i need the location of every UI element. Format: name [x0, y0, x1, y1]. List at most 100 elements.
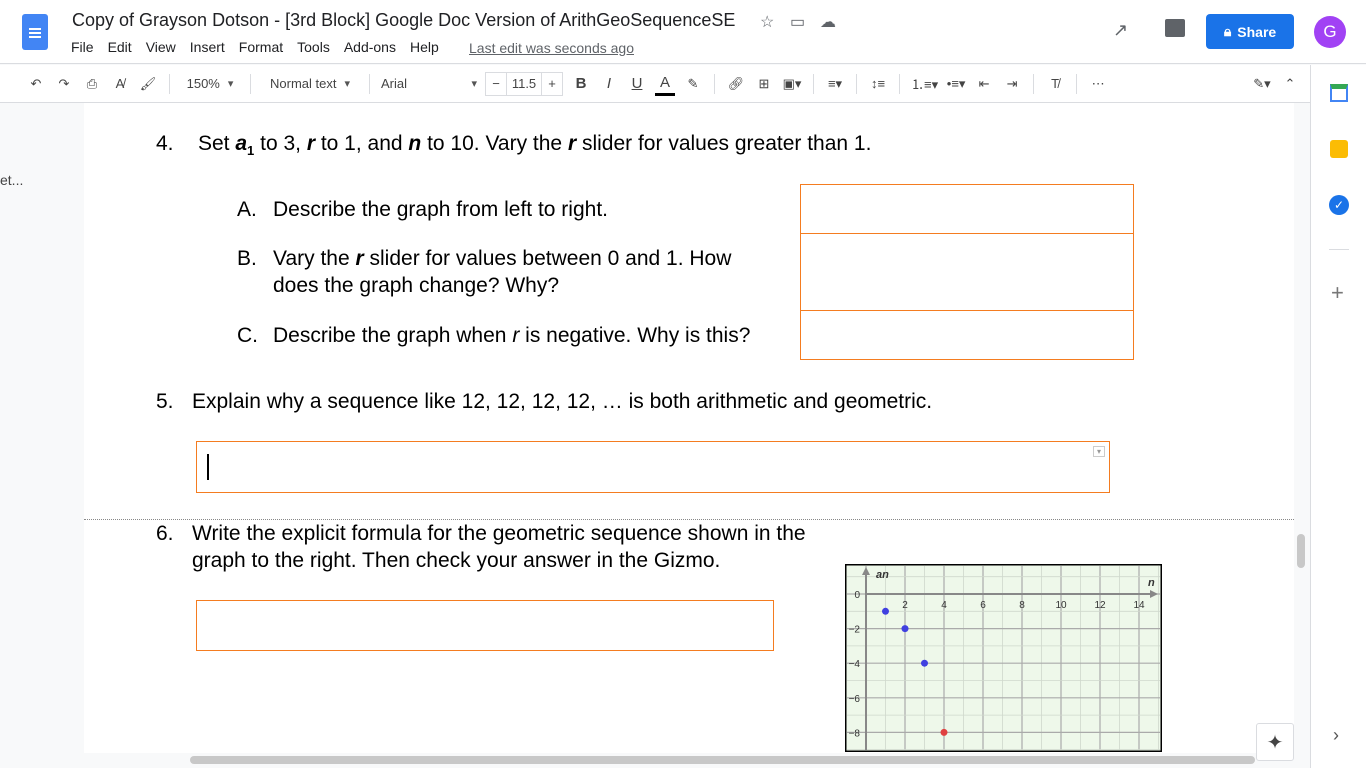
collapse-icon[interactable]: ⌃	[1280, 72, 1300, 96]
data-point	[882, 607, 889, 615]
zoom-select[interactable]: 150%	[181, 72, 239, 96]
outline-stub: et...	[0, 172, 24, 188]
last-edit-link[interactable]: Last edit was seconds ago	[469, 40, 634, 56]
divider	[169, 73, 170, 94]
graph-background	[845, 564, 1162, 752]
question-4c-label: C.	[237, 324, 258, 347]
x-tick-label: 4	[941, 600, 947, 611]
lock-icon: 🔒︎	[1223, 23, 1232, 39]
divider	[813, 73, 814, 94]
style-select[interactable]: Normal text	[262, 72, 358, 96]
keep-icon[interactable]	[1330, 140, 1348, 158]
decrease-indent-icon[interactable]: ⇤	[974, 72, 994, 96]
answer-box-6[interactable]	[196, 600, 774, 651]
explore-button[interactable]: ✦	[1256, 723, 1294, 761]
comments-icon[interactable]	[1165, 19, 1185, 37]
add-comment-icon[interactable]: ⊞	[754, 72, 774, 96]
expand-panel-icon[interactable]: ›	[1333, 725, 1339, 746]
vertical-scrollbar[interactable]	[1297, 534, 1305, 568]
editing-mode-icon[interactable]: ✎▾	[1252, 72, 1272, 96]
table-dropdown-icon[interactable]: ▾	[1093, 446, 1105, 457]
y-axis-label: an	[876, 569, 889, 581]
answer-box-4b[interactable]	[800, 233, 1134, 311]
x-tick-label: 2	[902, 600, 908, 611]
y-tick-label: −6	[849, 694, 861, 705]
answer-box-5[interactable]: ▾	[196, 441, 1110, 493]
share-label: Share	[1237, 23, 1277, 40]
bold-button[interactable]: B	[571, 72, 591, 96]
menu-format[interactable]: Format	[239, 39, 283, 55]
menu-edit[interactable]: Edit	[108, 39, 132, 55]
link-icon[interactable]: 🔗︎	[726, 72, 746, 96]
toolbar: ↶ ↷ ⎙ A̸ 🖌︎ 150% Normal text Arial − 11.…	[0, 65, 1310, 103]
question-6-number: 6.	[156, 522, 174, 545]
data-point	[901, 625, 909, 633]
menu-tools[interactable]: Tools	[297, 39, 330, 55]
avatar[interactable]: G	[1314, 16, 1346, 48]
tasks-icon[interactable]: ✓	[1329, 195, 1349, 215]
insert-image-icon[interactable]: ▣▾	[782, 72, 802, 96]
menu-bar: File Edit View Insert Format Tools Add-o…	[71, 39, 439, 55]
question-4-number: 4.	[156, 132, 174, 155]
redo-icon[interactable]: ↷	[54, 72, 74, 96]
italic-button[interactable]: I	[599, 72, 619, 96]
answer-box-4c[interactable]	[800, 310, 1134, 360]
line-spacing-icon[interactable]: ↕≡	[868, 72, 888, 96]
sequence-graph: 2 4 6 8 10 12 14 0 −2 −4 −6 −8 n an	[845, 564, 1162, 752]
clear-formatting-icon[interactable]: T̸	[1045, 72, 1065, 96]
font-select[interactable]: Arial	[381, 72, 477, 96]
menu-insert[interactable]: Insert	[190, 39, 225, 55]
spellcheck-icon[interactable]: A̸	[110, 72, 130, 96]
activity-trend-icon[interactable]: ↗	[1113, 20, 1128, 41]
y-tick-label: −2	[849, 625, 861, 636]
decrease-font-size-button[interactable]: −	[486, 72, 506, 96]
divider	[1076, 73, 1078, 94]
highlight-icon[interactable]: ✎	[683, 72, 703, 96]
star-icon[interactable]: ☆	[760, 12, 774, 32]
horizontal-scrollbar[interactable]	[190, 756, 1255, 764]
text-color-button[interactable]: A	[655, 72, 675, 96]
explore-icon: ✦	[1266, 731, 1284, 754]
numbered-list-icon[interactable]: ⒈≡▾	[911, 72, 938, 96]
question-4-text: Set a1 to 3, r to 1, and n to 10. Vary t…	[198, 132, 872, 159]
divider	[250, 73, 251, 94]
menu-file[interactable]: File	[71, 39, 94, 55]
question-5-text: Explain why a sequence like 12, 12, 12, …	[192, 390, 933, 413]
calendar-icon[interactable]	[1330, 84, 1348, 102]
divider	[1329, 249, 1349, 250]
font-size-input[interactable]: 11.5	[506, 71, 542, 96]
docs-logo-icon[interactable]	[22, 14, 48, 50]
y-tick-label: −8	[849, 728, 861, 739]
text-cursor	[207, 454, 209, 480]
share-button[interactable]: 🔒︎ Share	[1206, 14, 1294, 49]
answer-box-4a[interactable]	[800, 184, 1134, 234]
underline-button[interactable]: U	[627, 72, 647, 96]
menu-help[interactable]: Help	[410, 39, 439, 55]
align-icon[interactable]: ≡▾	[825, 72, 845, 96]
add-addon-icon[interactable]: +	[1331, 280, 1344, 306]
print-icon[interactable]: ⎙	[82, 72, 102, 96]
question-4c-text: Describe the graph when r is negative. W…	[273, 324, 751, 347]
document-title[interactable]: Copy of Grayson Dotson - [3rd Block] Goo…	[72, 10, 735, 31]
menu-addons[interactable]: Add-ons	[344, 39, 396, 55]
question-5-number: 5.	[156, 390, 174, 413]
bulleted-list-icon[interactable]: •≡▾	[946, 72, 966, 96]
more-button[interactable]: ⋯	[1088, 72, 1108, 96]
data-point	[940, 728, 948, 736]
increase-indent-icon[interactable]: ⇥	[1002, 72, 1022, 96]
undo-icon[interactable]: ↶	[26, 72, 46, 96]
paint-format-icon[interactable]: 🖌︎	[138, 72, 158, 96]
question-4a-text: Describe the graph from left to right.	[273, 198, 608, 221]
x-axis-label: n	[1148, 577, 1155, 589]
cloud-saved-icon[interactable]: ☁	[820, 12, 836, 32]
divider	[714, 73, 715, 94]
menu-view[interactable]: View	[146, 39, 176, 55]
divider	[899, 73, 900, 94]
question-6-text: Write the explicit formula for the geome…	[192, 522, 806, 572]
question-4b-label: B.	[237, 247, 257, 270]
increase-font-size-button[interactable]: +	[542, 72, 562, 96]
x-tick-label: 6	[980, 600, 986, 611]
move-folder-icon[interactable]: ▭	[790, 12, 805, 32]
x-tick-label: 8	[1019, 600, 1025, 611]
x-tick-label: 10	[1055, 600, 1067, 611]
